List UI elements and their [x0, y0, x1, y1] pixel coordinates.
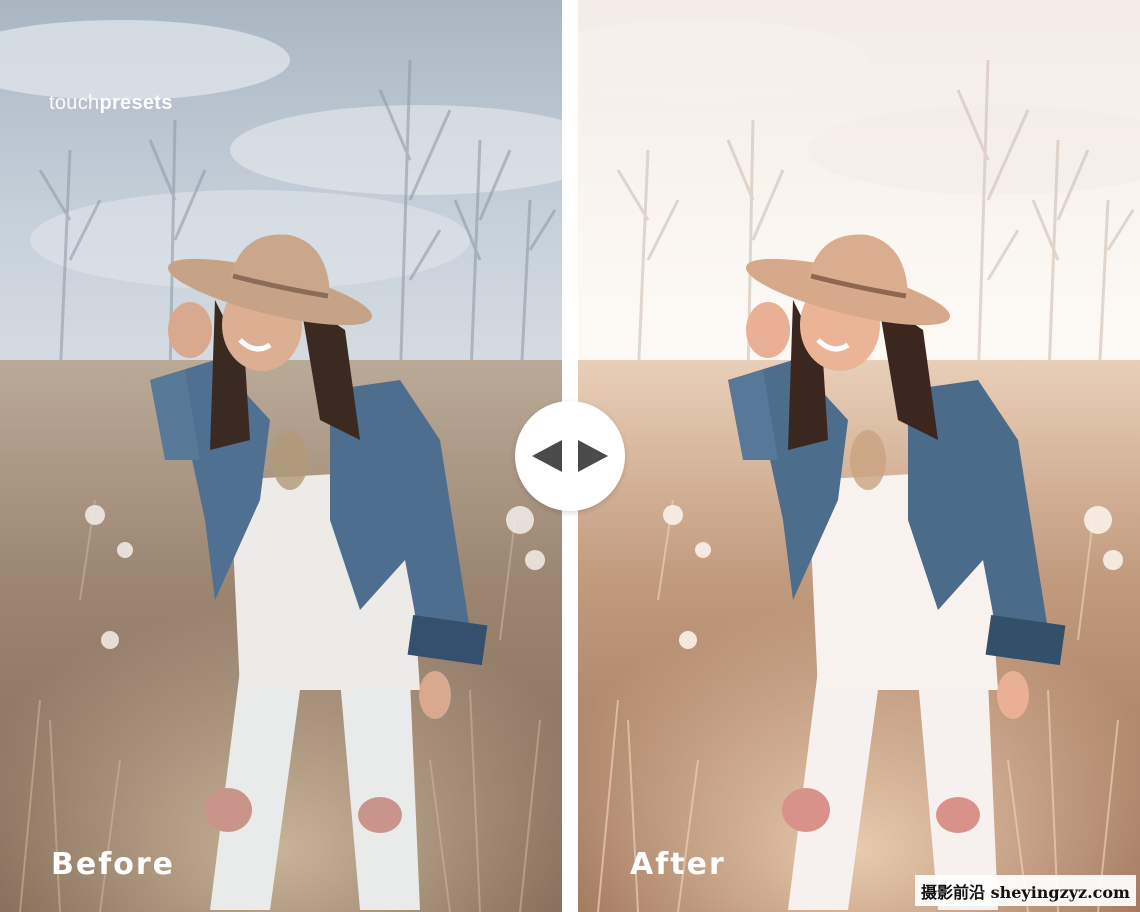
before-photo-panel: touchpresets Before — [0, 0, 562, 912]
brand-logo-bold: presets — [99, 92, 173, 114]
brand-logo: touchpresets — [49, 92, 173, 115]
triangle-left-icon — [532, 440, 562, 472]
after-label: After — [630, 847, 726, 882]
before-after-comparison: touchpresets Before After 摄影前沿 sheyingzy… — [0, 0, 1140, 912]
watermark: 摄影前沿 sheyingzyz.com — [915, 875, 1136, 906]
after-photo — [578, 0, 1140, 912]
compare-slider-handle[interactable] — [515, 401, 625, 511]
before-photo — [0, 0, 562, 912]
brand-logo-light: touch — [49, 92, 100, 114]
triangle-right-icon — [578, 440, 608, 472]
before-label: Before — [51, 847, 176, 882]
after-photo-panel: After 摄影前沿 sheyingzyz.com — [578, 0, 1140, 912]
